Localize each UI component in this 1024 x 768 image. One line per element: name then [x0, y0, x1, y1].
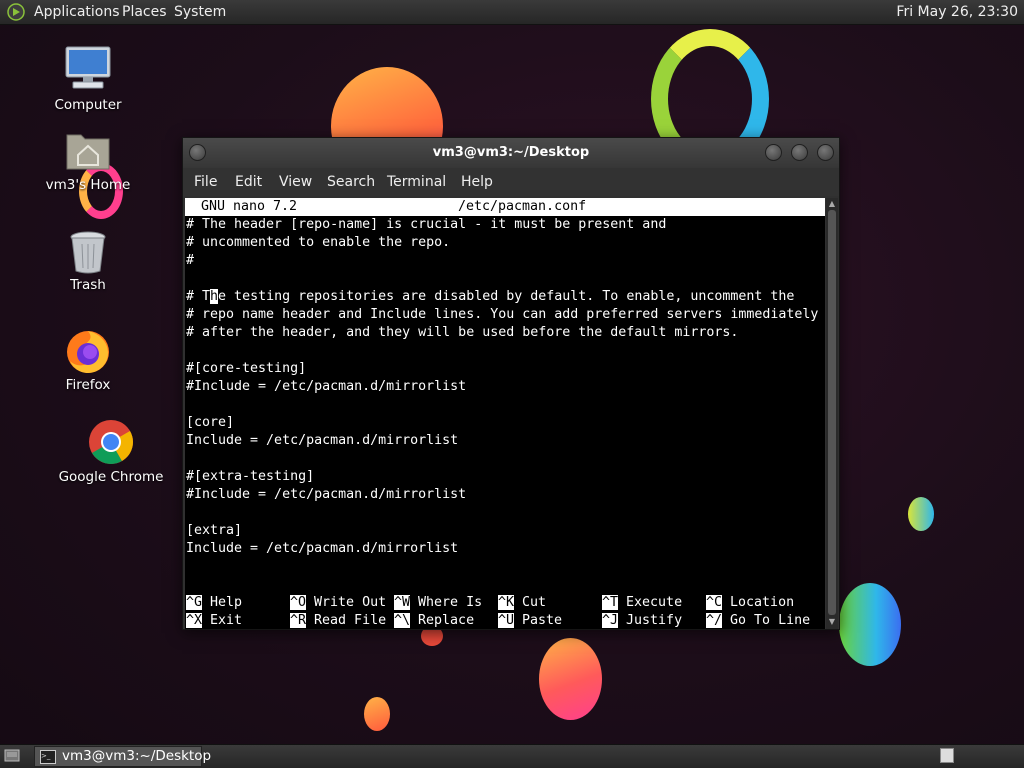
- window-title: vm3@vm3:~/Desktop: [432, 145, 590, 160]
- desktop-icon-label: Trash: [70, 277, 106, 293]
- computer-icon: [65, 46, 111, 89]
- file-line-with-cursor: # The testing repositories are disabled …: [186, 289, 795, 304]
- file-line: #Include = /etc/pacman.d/mirrorlist: [186, 379, 467, 394]
- terminal-icon: >_: [40, 750, 56, 764]
- file-line: [core]: [186, 415, 235, 430]
- nano-filename: /etc/pacman.conf: [458, 199, 587, 214]
- nano-version: GNU nano 7.2: [201, 199, 298, 214]
- desktop-icon-label: Google Chrome: [58, 469, 164, 485]
- minimize-button[interactable]: [765, 144, 782, 161]
- shortcut-cut[interactable]: ^K Cut: [498, 594, 546, 612]
- scrollbar-thumb[interactable]: [828, 210, 836, 615]
- home-folder-icon: [66, 134, 110, 170]
- menu-file[interactable]: File: [194, 174, 217, 190]
- file-line: Include = /etc/pacman.d/mirrorlist: [186, 541, 459, 556]
- close-button[interactable]: [817, 144, 834, 161]
- distro-logo-icon[interactable]: [7, 3, 25, 21]
- terminal-window[interactable]: vm3@vm3:~/Desktop File Edit View Search …: [182, 137, 840, 630]
- file-line: #[core-testing]: [186, 361, 307, 376]
- shortcut-where-is[interactable]: ^W Where Is: [394, 594, 482, 612]
- shortcut-location[interactable]: ^C Location: [706, 594, 794, 612]
- menu-edit[interactable]: Edit: [235, 174, 262, 190]
- file-line: [extra]: [186, 523, 243, 538]
- terminal-menubar: File Edit View Search Terminal Help: [183, 168, 839, 196]
- window-titlebar[interactable]: vm3@vm3:~/Desktop: [183, 138, 839, 168]
- file-line: # The header [repo-name] is crucial - it…: [186, 217, 667, 232]
- maximize-button[interactable]: [791, 144, 808, 161]
- trash-icon: [70, 231, 106, 274]
- top-panel: Applications Places System Fri May 26, 2…: [0, 0, 1024, 25]
- desktop-icon-label: Computer: [54, 97, 122, 113]
- menu-search[interactable]: Search: [327, 174, 375, 190]
- menu-view[interactable]: View: [279, 174, 312, 190]
- shortcut-exit[interactable]: ^X Exit: [186, 612, 242, 630]
- shortcut-justify[interactable]: ^J Justify: [602, 612, 682, 630]
- firefox-icon: [67, 331, 109, 373]
- file-line: #: [186, 253, 195, 268]
- file-line: # repo name header and Include lines. Yo…: [186, 307, 819, 322]
- scroll-down-arrow-icon[interactable]: ▼: [826, 617, 838, 626]
- wallpaper-green-oval: [908, 497, 934, 531]
- file-line: # uncommented to enable the repo.: [186, 235, 451, 250]
- bottom-panel: >_ vm3@vm3:~/Desktop: [0, 744, 1024, 768]
- file-line: Include = /etc/pacman.d/mirrorlist: [186, 433, 459, 448]
- nano-header: GNU nano 7.2 /etc/pacman.conf: [185, 198, 825, 216]
- shortcut-read-file[interactable]: ^R Read File: [290, 612, 386, 630]
- terminal-scrollbar[interactable]: ▲ ▼: [826, 198, 838, 629]
- shortcut-write-out[interactable]: ^O Write Out: [290, 594, 386, 612]
- chrome-icon: [89, 420, 133, 464]
- text-cursor: h: [210, 289, 219, 304]
- clock[interactable]: Fri May 26, 23:30: [896, 4, 1018, 20]
- file-line: # after the header, and they will be use…: [186, 325, 739, 340]
- shortcut-replace[interactable]: ^\ Replace: [394, 612, 474, 630]
- menu-places[interactable]: Places: [122, 4, 167, 20]
- terminal-output[interactable]: GNU nano 7.2 /etc/pacman.conf # The head…: [185, 198, 825, 629]
- shortcut-execute[interactable]: ^T Execute: [602, 594, 682, 612]
- shortcut-paste[interactable]: ^U Paste: [498, 612, 562, 630]
- wallpaper-blue-oval: [839, 583, 901, 666]
- scroll-up-arrow-icon[interactable]: ▲: [826, 199, 838, 208]
- file-line: #Include = /etc/pacman.d/mirrorlist: [186, 487, 467, 502]
- desktop-icon-label: Firefox: [65, 377, 111, 393]
- desktop-icon-label: vm3's Home: [45, 177, 131, 193]
- taskbar-item-terminal[interactable]: >_ vm3@vm3:~/Desktop: [34, 746, 211, 767]
- wallpaper-pink-oval: [539, 638, 602, 720]
- taskbar-item-label: vm3@vm3:~/Desktop: [62, 748, 212, 764]
- file-line: #[extra-testing]: [186, 469, 315, 484]
- menu-help[interactable]: Help: [461, 174, 493, 190]
- shortcut-go-to-line[interactable]: ^/ Go To Line: [706, 612, 810, 630]
- menu-terminal[interactable]: Terminal: [387, 174, 446, 190]
- menu-applications[interactable]: Applications: [34, 4, 120, 20]
- show-desktop-icon[interactable]: [4, 749, 20, 763]
- shortcut-help[interactable]: ^G Help: [186, 594, 242, 612]
- workspace-switcher[interactable]: [940, 748, 954, 763]
- menu-system[interactable]: System: [174, 4, 226, 20]
- wallpaper-small-orange-oval: [364, 697, 390, 731]
